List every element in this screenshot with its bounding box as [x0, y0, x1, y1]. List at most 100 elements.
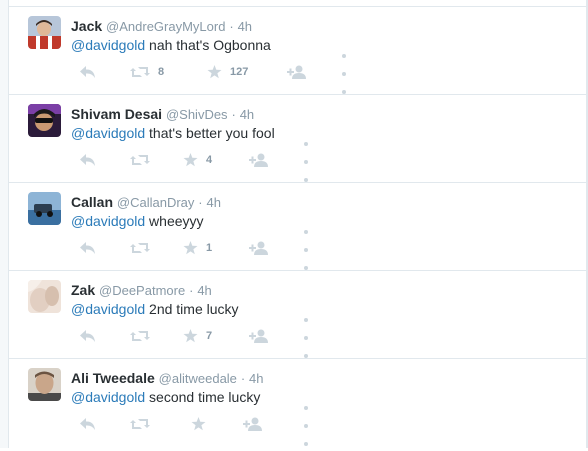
username[interactable]: @DeePatmore [99, 283, 185, 298]
follow-button[interactable] [249, 151, 269, 169]
separator: · [229, 19, 234, 34]
star-icon [183, 241, 198, 255]
separator: · [198, 195, 203, 210]
star-icon [191, 417, 206, 431]
mention-link[interactable]: @davidgold [71, 125, 145, 141]
display-name[interactable]: Ali Tweedale [71, 370, 155, 386]
more-icon [304, 397, 310, 451]
follow-icon [287, 65, 306, 79]
retweet-icon [130, 155, 150, 165]
star-icon [183, 329, 198, 343]
follow-icon [243, 417, 262, 431]
follow-icon [249, 153, 268, 167]
avatar[interactable] [28, 368, 61, 401]
favorite-count: 127 [230, 66, 249, 78]
reply-button[interactable] [80, 239, 96, 257]
retweet-icon [130, 419, 150, 429]
tweet-body: nah that's Ogbonna [145, 37, 271, 53]
retweet-icon [130, 67, 150, 77]
favorite-button[interactable]: 127 [207, 63, 248, 81]
avatar[interactable] [28, 280, 61, 313]
more-button[interactable] [304, 406, 310, 446]
tweet-header: Callan @CallanDray · 4h [71, 194, 221, 211]
tweet-body: wheeyyy [145, 213, 204, 229]
display-name[interactable]: Zak [71, 282, 95, 298]
timestamp[interactable]: 4h [238, 19, 252, 34]
favorite-button[interactable]: 7 [183, 327, 212, 345]
username[interactable]: @ShivDes [166, 107, 228, 122]
tweet-text: @davidgold nah that's Ogbonna [71, 36, 271, 54]
mention-link[interactable]: @davidgold [71, 213, 145, 229]
tweet-header: Ali Tweedale @alitweedale · 4h [71, 370, 264, 387]
reply-button[interactable] [80, 151, 96, 169]
tweet-text: @davidgold wheeyyy [71, 212, 204, 230]
retweet-button[interactable]: 8 [130, 63, 164, 81]
reply-button[interactable] [80, 63, 96, 81]
timestamp[interactable]: 4h [240, 107, 254, 122]
more-icon [304, 221, 310, 275]
tweet-0[interactable]: Jack @AndreGrayMyLord · 4h @davidgold na… [9, 7, 586, 95]
more-button[interactable] [304, 142, 310, 182]
follow-icon [249, 329, 268, 343]
reply-button[interactable] [80, 415, 96, 433]
left-frame [0, 0, 9, 448]
username[interactable]: @AndreGrayMyLord [106, 19, 225, 34]
follow-button[interactable] [249, 327, 269, 345]
separator: · [240, 371, 246, 386]
reply-icon [80, 330, 95, 342]
follow-button[interactable] [243, 415, 263, 433]
retweet-button[interactable] [130, 151, 150, 169]
mention-link[interactable]: @davidgold [71, 389, 145, 405]
retweet-button[interactable] [130, 415, 150, 433]
reply-icon [80, 242, 95, 254]
separator: · [189, 283, 194, 298]
follow-button[interactable] [287, 63, 307, 81]
mention-link[interactable]: @davidgold [71, 37, 145, 53]
more-button[interactable] [304, 318, 310, 358]
username[interactable]: @alitweedale [159, 371, 237, 386]
reply-icon [80, 66, 95, 78]
timeline: Jack @AndreGrayMyLord · 4h @davidgold na… [0, 0, 588, 448]
retweet-button[interactable] [130, 239, 150, 257]
separator: · [231, 107, 236, 122]
username[interactable]: @CallanDray [117, 195, 195, 210]
reply-button[interactable] [80, 327, 96, 345]
tweet-text: @davidgold that's better you fool [71, 124, 275, 142]
more-icon [304, 133, 310, 187]
star-icon [207, 65, 222, 79]
tweet-1[interactable]: Shivam Desai @ShivDes · 4h @davidgold th… [9, 95, 586, 183]
tweet-3[interactable]: Zak @DeePatmore · 4h @davidgold 2nd time… [9, 271, 586, 359]
tweet-header: Jack @AndreGrayMyLord · 4h [71, 18, 252, 35]
tweet-4[interactable]: Ali Tweedale @alitweedale · 4h @davidgol… [9, 359, 586, 447]
favorite-button[interactable]: 1 [183, 239, 212, 257]
more-button[interactable] [342, 54, 348, 94]
avatar-image [28, 104, 61, 137]
favorite-button[interactable] [191, 415, 206, 433]
avatar[interactable] [28, 16, 61, 49]
reply-icon [80, 154, 95, 166]
timestamp[interactable]: 4h [207, 195, 221, 210]
retweet-button[interactable] [130, 327, 150, 345]
retweet-count: 8 [158, 66, 165, 78]
display-name[interactable]: Callan [71, 194, 113, 210]
avatar-image [28, 192, 61, 225]
avatar[interactable] [28, 192, 61, 225]
star-icon [183, 153, 198, 167]
display-name[interactable]: Shivam Desai [71, 106, 162, 122]
follow-button[interactable] [249, 239, 269, 257]
avatar-image [28, 16, 61, 49]
timestamp[interactable]: 4h [197, 283, 211, 298]
favorite-count: 1 [206, 242, 213, 254]
tweet-body: 2nd time lucky [145, 301, 239, 317]
avatar-image [28, 368, 61, 401]
more-button[interactable] [304, 230, 310, 270]
timestamp[interactable]: 4h [249, 371, 263, 386]
avatar[interactable] [28, 104, 61, 137]
tweet-header: Shivam Desai @ShivDes · 4h [71, 106, 254, 123]
tweet-text: @davidgold 2nd time lucky [71, 300, 239, 318]
mention-link[interactable]: @davidgold [71, 301, 145, 317]
favorite-button[interactable]: 4 [183, 151, 212, 169]
tweet-2[interactable]: Callan @CallanDray · 4h @davidgold wheey… [9, 183, 586, 271]
tweet-body: that's better you fool [145, 125, 275, 141]
display-name[interactable]: Jack [71, 18, 102, 34]
